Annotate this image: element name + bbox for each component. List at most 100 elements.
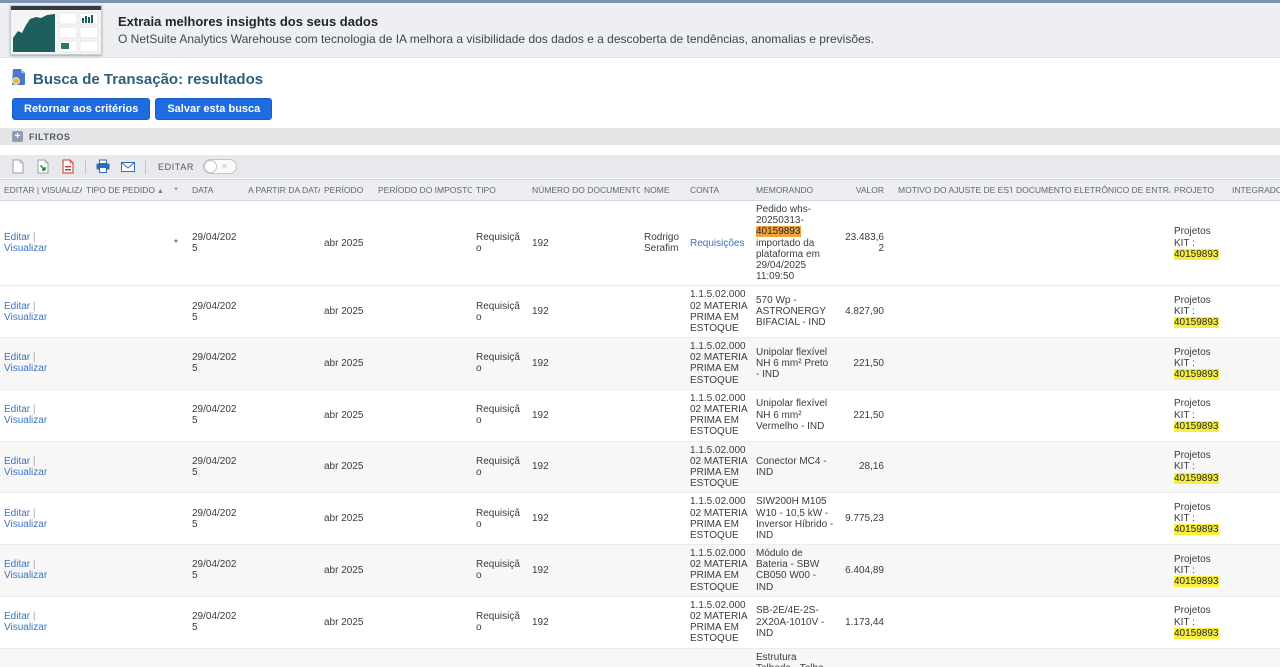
column-header-motivo_ajuste[interactable]: MOTIVO DO AJUSTE DE ESTOQUE xyxy=(894,180,1012,201)
pdf-export-icon[interactable] xyxy=(60,159,76,175)
cell-periodo: abr 2025 xyxy=(320,286,374,338)
cell-valor: 28,16 xyxy=(838,441,894,493)
toggle-off-icon: ✕ xyxy=(221,162,228,171)
project-search-highlight: 40159893 xyxy=(1174,421,1219,432)
column-header-periodo_imposto[interactable]: PERÍODO DO IMPOSTO xyxy=(374,180,472,201)
view-link[interactable]: Visualizar xyxy=(4,622,47,633)
cell-star xyxy=(164,286,188,338)
column-header-tipo[interactable]: TIPO xyxy=(472,180,528,201)
analytics-preview-image[interactable] xyxy=(10,5,102,55)
view-link[interactable]: Visualizar xyxy=(4,570,47,581)
cell-tipo_pedido xyxy=(82,545,164,597)
column-header-integrado[interactable]: INTEGRADO xyxy=(1228,180,1280,201)
view-link[interactable]: Visualizar xyxy=(4,243,47,254)
table-header-row: EDITAR | VISUALIZARTIPO DE PEDIDO ▲ * DATA… xyxy=(0,180,1280,201)
expand-filters-icon[interactable]: + xyxy=(12,131,23,142)
toggle-knob xyxy=(204,160,217,173)
cell-a_partir xyxy=(244,648,320,667)
cell-numero_documento: 192 xyxy=(528,286,640,338)
cell-numero_documento: 192 xyxy=(528,201,640,286)
column-header-tipo_pedido[interactable]: TIPO DE PEDIDO ▲ xyxy=(82,180,164,201)
cell-nome xyxy=(640,389,686,441)
cell-data: 29/04/2025 xyxy=(188,286,244,338)
cell-data: 29/04/2025 xyxy=(188,441,244,493)
cell-actions: Editar | Visualizar xyxy=(0,338,82,390)
cell-tipo: Requisição xyxy=(472,493,528,545)
page-heading: Busca de Transação: resultados xyxy=(0,58,1280,94)
account-link[interactable]: Requisições xyxy=(690,238,744,249)
cell-actions: Editar | Visualizar xyxy=(0,648,82,667)
email-icon[interactable] xyxy=(120,159,136,175)
cell-star xyxy=(164,545,188,597)
column-header-numero_documento[interactable]: NÚMERO DO DOCUMENTO xyxy=(528,180,640,201)
view-link[interactable]: Visualizar xyxy=(4,312,47,323)
filters-label: FILTROS xyxy=(29,132,70,142)
cell-periodo_imposto xyxy=(374,493,472,545)
cell-nome xyxy=(640,286,686,338)
view-link[interactable]: Visualizar xyxy=(4,415,47,426)
cell-integrado xyxy=(1228,545,1280,597)
cell-doc_entrada xyxy=(1012,493,1170,545)
cell-numero_documento: 192 xyxy=(528,545,640,597)
edit-link[interactable]: Editar xyxy=(4,456,30,467)
cell-periodo: abr 2025 xyxy=(320,596,374,648)
cell-periodo: abr 2025 xyxy=(320,648,374,667)
column-header-a_partir[interactable]: A PARTIR DA DATA xyxy=(244,180,320,201)
cell-projeto: Projetos KIT : 40159893 xyxy=(1170,493,1228,545)
cell-projeto: Projetos KIT : 40159893 xyxy=(1170,286,1228,338)
edit-link[interactable]: Editar xyxy=(4,559,30,570)
column-label: MEMORANDO xyxy=(756,185,813,195)
column-header-conta[interactable]: CONTA xyxy=(686,180,752,201)
project-search-highlight: 40159893 xyxy=(1174,473,1219,484)
column-header-nome[interactable]: NOME xyxy=(640,180,686,201)
csv-file-icon[interactable] xyxy=(10,159,26,175)
column-header-projeto[interactable]: PROJETO xyxy=(1170,180,1228,201)
view-link[interactable]: Visualizar xyxy=(4,467,47,478)
cell-a_partir xyxy=(244,286,320,338)
save-search-button[interactable]: Salvar esta busca xyxy=(155,98,272,120)
column-header-valor[interactable]: VALOR xyxy=(838,180,894,201)
column-label: DOCUMENTO ELETRÔNICO DE ENTRADA xyxy=(1016,185,1170,195)
column-header-star[interactable]: * xyxy=(164,180,188,201)
view-link[interactable]: Visualizar xyxy=(4,519,47,530)
cell-periodo: abr 2025 xyxy=(320,545,374,597)
cell-conta: 1.1.5.02.00002 MATERIA PRIMA EM ESTOQUE xyxy=(686,389,752,441)
edit-toggle[interactable]: ✕ xyxy=(203,159,237,174)
edit-link[interactable]: Editar xyxy=(4,232,30,243)
result-row: Editar | Visualizar29/04/2025abr 2025Req… xyxy=(0,286,1280,338)
column-header-actions[interactable]: EDITAR | VISUALIZAR xyxy=(0,180,82,201)
column-label: TIPO xyxy=(476,185,496,195)
edit-link[interactable]: Editar xyxy=(4,508,30,519)
cell-periodo: abr 2025 xyxy=(320,201,374,286)
excel-export-icon[interactable] xyxy=(35,159,51,175)
view-link[interactable]: Visualizar xyxy=(4,363,47,374)
edit-link[interactable]: Editar xyxy=(4,301,30,312)
edit-link[interactable]: Editar xyxy=(4,352,30,363)
result-row: Editar | Visualizar*29/04/2025abr 2025Re… xyxy=(0,201,1280,286)
column-label: DATA xyxy=(192,185,213,195)
project-search-highlight: 40159893 xyxy=(1174,628,1219,639)
return-to-criteria-button[interactable]: Retornar aos critérios xyxy=(12,98,150,120)
cell-doc_entrada xyxy=(1012,286,1170,338)
column-header-periodo[interactable]: PERÍODO xyxy=(320,180,374,201)
cell-periodo_imposto xyxy=(374,201,472,286)
print-icon[interactable] xyxy=(95,159,111,175)
edit-link[interactable]: Editar xyxy=(4,404,30,415)
filters-bar[interactable]: + FILTROS xyxy=(0,128,1280,145)
column-label: A PARTIR DA DATA xyxy=(248,185,320,195)
cell-periodo: abr 2025 xyxy=(320,441,374,493)
column-header-memorando[interactable]: MEMORANDO xyxy=(752,180,838,201)
cell-doc_entrada xyxy=(1012,545,1170,597)
column-header-doc_entrada[interactable]: DOCUMENTO ELETRÔNICO DE ENTRADA xyxy=(1012,180,1170,201)
cell-doc_entrada xyxy=(1012,338,1170,390)
edit-link[interactable]: Editar xyxy=(4,611,30,622)
results-table: EDITAR | VISUALIZARTIPO DE PEDIDO ▲ * DATA… xyxy=(0,179,1280,667)
cell-a_partir xyxy=(244,338,320,390)
column-header-data[interactable]: DATA xyxy=(188,180,244,201)
cell-integrado xyxy=(1228,441,1280,493)
column-label: * xyxy=(174,185,177,195)
cell-integrado xyxy=(1228,201,1280,286)
result-row: Editar | Visualizar29/04/2025abr 2025Req… xyxy=(0,338,1280,390)
sort-asc-icon: ▲ xyxy=(155,188,164,195)
cell-memorando: Módulo de Bateria - SBW CB050 W00 - IND xyxy=(752,545,838,597)
